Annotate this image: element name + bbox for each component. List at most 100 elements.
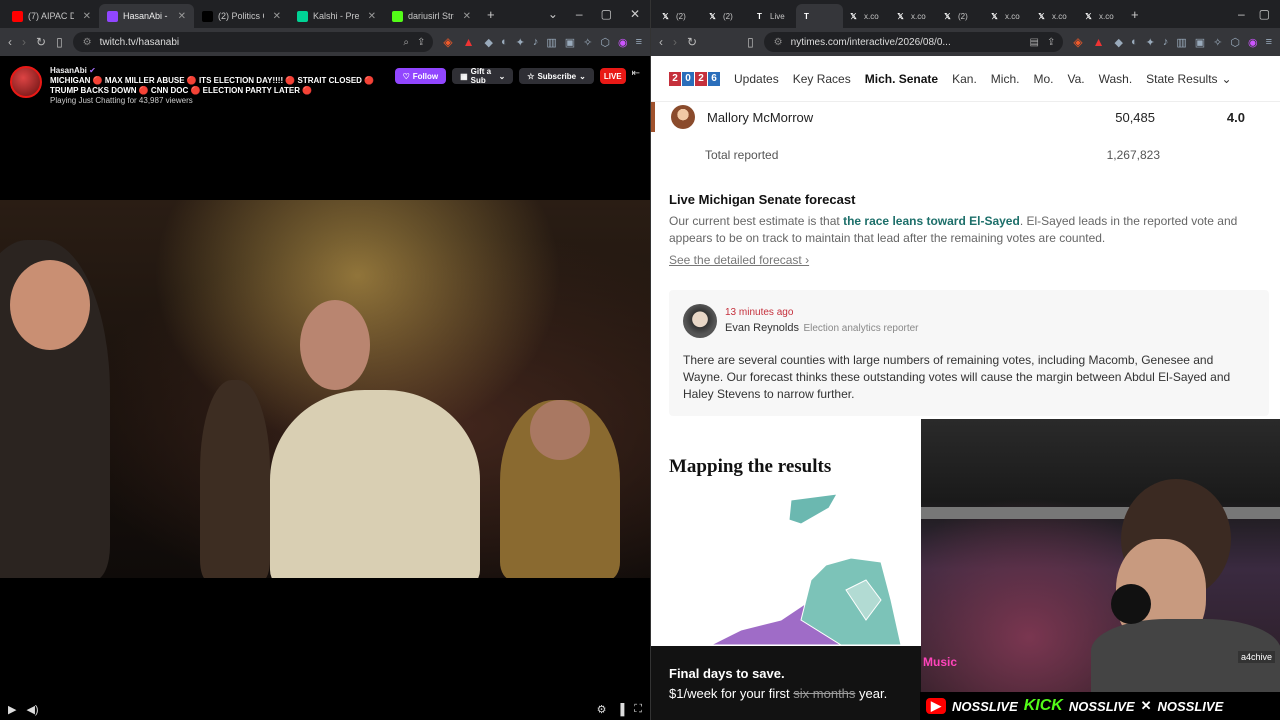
michigan-map[interactable] xyxy=(651,480,921,650)
channel-name[interactable]: HasanAbi xyxy=(50,66,87,75)
nav-item[interactable]: Kan. xyxy=(952,72,977,86)
rewards-icon[interactable]: ▲ xyxy=(463,35,475,49)
share-icon[interactable]: ⇪ xyxy=(417,37,433,48)
music-icon[interactable]: ♪ xyxy=(533,36,539,49)
subscription-promo[interactable]: Final days to save. $1/week for your fir… xyxy=(651,646,921,720)
vpn-icon[interactable]: ⬡ xyxy=(1230,36,1240,49)
webcam-overlay: Music a4chive xyxy=(921,419,1280,692)
close-window-icon[interactable]: ✕ xyxy=(630,7,640,21)
extension-icon[interactable]: ◆ xyxy=(1114,36,1122,49)
puzzle-icon[interactable]: ✦ xyxy=(516,36,525,49)
nav-item[interactable]: Updates xyxy=(734,72,779,86)
new-tab-icon[interactable]: + xyxy=(1131,7,1139,22)
tab-label: x.co xyxy=(1052,11,1067,21)
music-icon[interactable]: ♪ xyxy=(1163,36,1169,49)
brave-shield-icon[interactable]: ◈ xyxy=(443,35,452,49)
browser-tab[interactable]: 𝕏x.co xyxy=(1078,4,1125,28)
ai-icon[interactable]: ✧ xyxy=(1213,36,1222,49)
menu-icon[interactable]: ≡ xyxy=(1266,36,1272,49)
nav-item[interactable]: Mich. xyxy=(991,72,1020,86)
bookmark-icon[interactable]: ▯ xyxy=(747,35,754,49)
reader-icon[interactable]: ▤ xyxy=(1030,37,1039,48)
rewards-icon[interactable]: ▲ xyxy=(1093,35,1105,49)
browser-tab[interactable]: dariusirl Stream ✕ xyxy=(384,4,479,28)
nav-item[interactable]: Mo. xyxy=(1033,72,1053,86)
video-player[interactable] xyxy=(0,200,650,578)
follow-button[interactable]: ♡ Follow xyxy=(394,68,447,84)
vpn-icon[interactable]: ⬡ xyxy=(600,36,610,49)
search-icon[interactable]: ⌕ xyxy=(403,37,409,48)
browser-tab[interactable]: 𝕏x.co xyxy=(843,4,890,28)
close-icon[interactable]: ✕ xyxy=(463,11,471,22)
subscribe-button[interactable]: ☆ Subscribe ⌄ xyxy=(519,68,594,84)
puzzle-icon[interactable]: ✦ xyxy=(1146,36,1155,49)
nyt-icon: T xyxy=(757,11,762,21)
maximize-icon[interactable]: ▢ xyxy=(1259,7,1270,21)
browser-tab[interactable]: HasanAbi - T ✕ xyxy=(99,4,194,28)
site-settings-icon[interactable]: ⚙ xyxy=(83,37,92,48)
reload-icon[interactable]: ↻ xyxy=(36,35,46,49)
back-icon[interactable]: ‹ xyxy=(659,35,663,49)
minimize-icon[interactable]: – xyxy=(576,7,583,21)
gift-sub-button[interactable]: ▦ Gift a Sub ⌄ xyxy=(452,67,514,85)
nav-item[interactable]: Wash. xyxy=(1099,72,1133,86)
settings-icon[interactable]: ⚙ xyxy=(597,703,607,716)
extension-icon[interactable]: ◐ xyxy=(1131,36,1138,49)
browser-tab[interactable]: 𝕏x.co xyxy=(890,4,937,28)
minimize-icon[interactable]: – xyxy=(1238,7,1245,21)
play-icon[interactable]: ▶ xyxy=(8,703,16,716)
tab-search-icon[interactable]: ⌄ xyxy=(548,7,558,21)
nav-item[interactable]: Key Races xyxy=(793,72,851,86)
ai-icon[interactable]: ✧ xyxy=(583,36,592,49)
browser-tab[interactable]: 𝕏x.co xyxy=(984,4,1031,28)
logo-digit: 2 xyxy=(695,71,707,86)
profile-icon[interactable]: ◉ xyxy=(1248,36,1258,49)
browser-tab[interactable]: 𝕏x.co xyxy=(1031,4,1078,28)
forward-icon[interactable]: › xyxy=(22,35,26,49)
wallet-icon[interactable]: ▣ xyxy=(565,36,575,49)
nav-item[interactable]: State Results xyxy=(1146,72,1217,86)
sidebar-icon[interactable]: ▥ xyxy=(1176,36,1186,49)
close-icon[interactable]: ✕ xyxy=(273,11,281,22)
close-icon[interactable]: ✕ xyxy=(368,11,376,22)
detailed-forecast-link[interactable]: See the detailed forecast › xyxy=(669,253,1259,267)
site-settings-icon[interactable]: ⚙ xyxy=(774,37,783,48)
url-field[interactable]: ⚙ twitch.tv/hasanabi ⌕ ⇪ xyxy=(72,32,434,52)
extension-icon[interactable]: ◆ xyxy=(484,36,492,49)
close-icon[interactable]: ✕ xyxy=(178,11,186,22)
reload-icon[interactable]: ↻ xyxy=(687,35,697,49)
forward-icon[interactable]: › xyxy=(673,35,677,49)
maximize-icon[interactable]: ▢ xyxy=(601,7,612,21)
fullscreen-icon[interactable]: ⛶ xyxy=(634,703,642,716)
browser-tab[interactable]: (2) Politics Global ✕ xyxy=(194,4,289,28)
share-icon[interactable]: ⇪ xyxy=(1047,37,1063,48)
browser-tab[interactable]: (7) AIPAC Deploy ✕ xyxy=(4,4,99,28)
close-icon[interactable]: ✕ xyxy=(83,11,91,22)
new-tab-icon[interactable]: + xyxy=(487,7,495,22)
browser-tab[interactable]: Kalshi - Prediction ✕ xyxy=(289,4,384,28)
wallet-icon[interactable]: ▣ xyxy=(1195,36,1205,49)
url-field[interactable]: ⚙ nytimes.com/interactive/2026/08/0... ▤… xyxy=(763,32,1064,52)
nav-item[interactable]: Mich. Senate xyxy=(865,72,938,86)
channel-avatar[interactable] xyxy=(10,66,42,98)
sidebar-icon[interactable]: ▥ xyxy=(546,36,556,49)
bookmark-icon[interactable]: ▯ xyxy=(56,35,63,49)
volume-icon[interactable]: ◀) xyxy=(26,703,38,716)
browser-tab[interactable]: 𝕏 (2) xyxy=(937,4,984,28)
brave-shield-icon[interactable]: ◈ xyxy=(1073,35,1082,49)
profile-icon[interactable]: ◉ xyxy=(618,36,628,49)
browser-tab[interactable]: T xyxy=(796,4,843,28)
x-icon: ✕ xyxy=(1140,698,1152,713)
nav-item[interactable]: Va. xyxy=(1067,72,1084,86)
collapse-icon[interactable]: ⇤ xyxy=(632,68,640,79)
theater-icon[interactable]: ▐ xyxy=(617,704,625,716)
menu-icon[interactable]: ≡ xyxy=(636,36,642,49)
verified-icon: ✔ xyxy=(89,66,96,75)
back-icon[interactable]: ‹ xyxy=(8,35,12,49)
logo-2026[interactable]: 2026 xyxy=(669,71,720,86)
extension-icon[interactable]: ◐ xyxy=(501,36,508,49)
browser-tab[interactable]: 𝕏 (2) xyxy=(702,4,749,28)
browser-tab[interactable]: T Live xyxy=(749,4,796,28)
browser-tab[interactable]: 𝕏 (2) xyxy=(655,4,702,28)
chevron-down-icon[interactable]: ⌄ xyxy=(1222,72,1232,86)
